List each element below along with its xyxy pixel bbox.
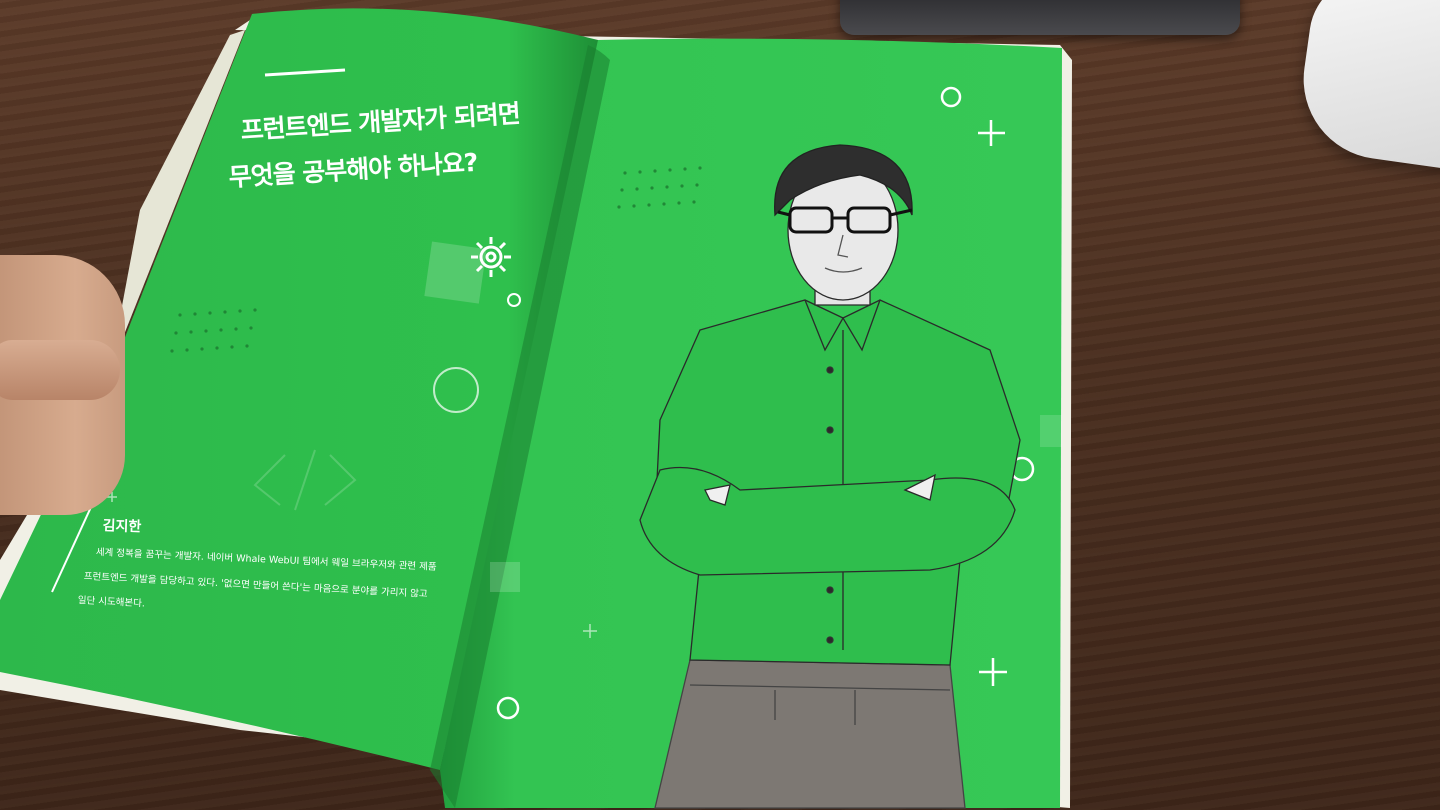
photo-scene: 프런트엔드 개발자가 되려면 무엇을 공부해야 하나요? 김지한 세계 정복을 … — [0, 0, 1440, 810]
thumb — [0, 340, 120, 400]
author-name: 김지한 — [102, 517, 142, 536]
open-book — [0, 8, 1072, 809]
